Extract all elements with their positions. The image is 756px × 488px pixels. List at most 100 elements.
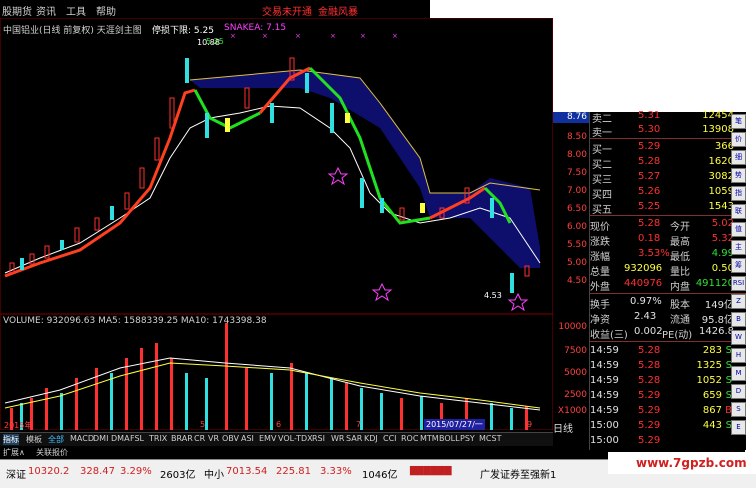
sz-amount: 2603亿 <box>160 470 196 481</box>
price-tick: 5.50 <box>566 240 587 250</box>
side-button[interactable]: 指 <box>731 186 746 201</box>
tab-fsl[interactable]: FSL <box>130 434 144 443</box>
tab-vol-tdx[interactable]: VOL-TDX <box>278 434 313 443</box>
bid-row: 买一 5.29 366 <box>592 141 734 156</box>
price-tick: 8.00 <box>566 150 587 160</box>
side-button[interactable]: E <box>731 420 746 435</box>
side-button[interactable]: 笔 <box>731 114 746 129</box>
side-button[interactable]: 筹 <box>731 258 746 273</box>
side-button[interactable]: B <box>731 312 746 327</box>
tab-related-quotes[interactable]: 关联报价 <box>36 447 68 458</box>
tab-indicator[interactable]: 指标 <box>3 434 19 445</box>
tab-template[interactable]: 模板 <box>26 434 42 445</box>
volume-label: VOLUME: 932096.63 MA5: 1588339.25 MA10: … <box>3 316 267 326</box>
stat-row: 换手 0.97% 股本 149亿 <box>590 296 734 311</box>
kline-chart[interactable]: × × × × × × <box>0 18 553 430</box>
tab-brar[interactable]: BRAR <box>171 434 193 443</box>
month-label: 7 <box>356 420 362 429</box>
day-period-button[interactable]: 日线 <box>553 420 589 435</box>
bid-row: 买五 5.25 1543 <box>592 201 734 216</box>
tab-dma[interactable]: DMA <box>111 434 130 443</box>
menu-help[interactable]: 帮助 <box>96 3 116 18</box>
volume-tick: 5000 <box>564 368 587 378</box>
side-button[interactable]: W <box>731 330 746 345</box>
side-button[interactable]: 势 <box>731 168 746 183</box>
side-button[interactable]: RSI <box>731 276 746 291</box>
bid-row: 买二 5.28 1620 <box>592 156 734 171</box>
tab-cci[interactable]: CCI <box>383 434 397 443</box>
blank-area-right <box>745 112 756 452</box>
menu-tools[interactable]: 工具 <box>66 3 86 18</box>
price-tick: 7.50 <box>566 168 587 178</box>
month-label: 5 <box>200 420 206 429</box>
broker-name: 广发证券至强新1 <box>480 470 557 481</box>
volume-tick: 7500 <box>564 346 587 356</box>
tab-sar[interactable]: SAR <box>346 434 362 443</box>
tick-row: 14:59 5.28 1052 S <box>590 375 732 386</box>
tab-obv[interactable]: OBV <box>222 434 239 443</box>
zx-value: 7013.54 <box>226 466 268 477</box>
tab-dmi[interactable]: DMI <box>93 434 108 443</box>
watermark-logo: www.7gpzb.com <box>608 452 756 474</box>
zx-change: 225.81 <box>276 466 311 477</box>
alert-finance[interactable]: 金融风暴 <box>318 3 358 18</box>
side-button[interactable]: H <box>731 348 746 363</box>
volume-unit: X1000 <box>557 406 587 416</box>
tab-asi[interactable]: ASI <box>241 434 254 443</box>
side-button[interactable]: 价 <box>731 132 746 147</box>
bid-row: 买四 5.26 1059 <box>592 186 734 201</box>
side-button[interactable]: M <box>731 366 746 381</box>
tab-macd[interactable]: MACD <box>70 434 94 443</box>
tab-trix[interactable]: TRIX <box>149 434 167 443</box>
tab-all[interactable]: 全部 <box>48 434 64 445</box>
volume-tick: 10000 <box>558 322 587 332</box>
quote-panel: 卖二 5.31 12454 卖一 5.30 13908 买一 5.29 366 … <box>589 110 746 450</box>
tick-row: 14:59 5.28 283 S <box>590 345 732 356</box>
tab-mtm[interactable]: MTM <box>420 434 439 443</box>
tab-mcst[interactable]: MCST <box>479 434 501 443</box>
tick-row: 14:59 5.29 659 S <box>590 390 732 401</box>
tick-row: 14:59 5.29 867 B <box>590 405 732 416</box>
tab-emv[interactable]: EMV <box>259 434 276 443</box>
tab-psy[interactable]: PSY <box>460 434 475 443</box>
tab-rsi[interactable]: RSI <box>312 434 325 443</box>
side-button[interactable]: 主 <box>731 240 746 255</box>
side-button[interactable]: Z <box>731 294 746 309</box>
alert-trade[interactable]: 交易未开通 <box>262 3 312 18</box>
menu-bar: 股期货 资讯 工具 帮助 交易未开通 金融风暴 <box>0 0 430 19</box>
side-button[interactable]: 细 <box>731 150 746 165</box>
stat-row: 涨幅 3.53% 最低 4.99 <box>590 248 734 263</box>
side-toolbar: 笔 价 细 势 指 联 值 主 筹 RSI Z B W H M D S E <box>730 112 746 450</box>
month-label: 9 <box>527 420 533 429</box>
svg-text:×: × <box>230 32 236 40</box>
price-tick: 7.00 <box>566 186 587 196</box>
signal-strip-icon: ▇▇▇▇▇▇ <box>410 466 452 476</box>
month-label: 6 <box>276 420 282 429</box>
chart-title: 中国铝业(日线 前复权) 天涯剑主图 <box>3 26 142 36</box>
menu-news[interactable]: 资讯 <box>36 3 56 18</box>
tab-kdj[interactable]: KDJ <box>364 434 378 443</box>
menu-futures[interactable]: 股期货 <box>2 3 32 18</box>
price-tick: 4.50 <box>566 276 587 286</box>
side-button[interactable]: 联 <box>731 204 746 219</box>
sz-pct: 3.29% <box>120 466 152 477</box>
tab-cr[interactable]: CR <box>194 434 205 443</box>
side-button[interactable]: D <box>731 384 746 399</box>
tab-expand[interactable]: 扩展∧ <box>3 447 25 458</box>
tick-row: 15:00 5.29 <box>590 435 661 446</box>
side-button[interactable]: S <box>731 402 746 417</box>
tick-row: 15:00 5.29 443 S <box>590 420 732 431</box>
date-cursor-label: 2015/07/27/一 <box>424 419 485 430</box>
snake-label: SNAKEA: 7.15 <box>224 23 287 33</box>
tab-vr[interactable]: VR <box>208 434 219 443</box>
side-button[interactable]: 值 <box>731 222 746 237</box>
low-label: 4.53 <box>484 291 502 300</box>
tab-wr[interactable]: WR <box>331 434 344 443</box>
stat-row: 总量 932096 量比 0.50 <box>590 263 734 278</box>
svg-text:×: × <box>330 32 336 40</box>
month-label: 2015年 <box>4 421 33 430</box>
bid-row: 买三 5.27 3082 <box>592 171 734 186</box>
tab-roc[interactable]: ROC <box>401 434 418 443</box>
stop-loss-label: 停损下限: 5.25 <box>152 26 214 36</box>
tab-boll[interactable]: BOLL <box>439 434 460 443</box>
